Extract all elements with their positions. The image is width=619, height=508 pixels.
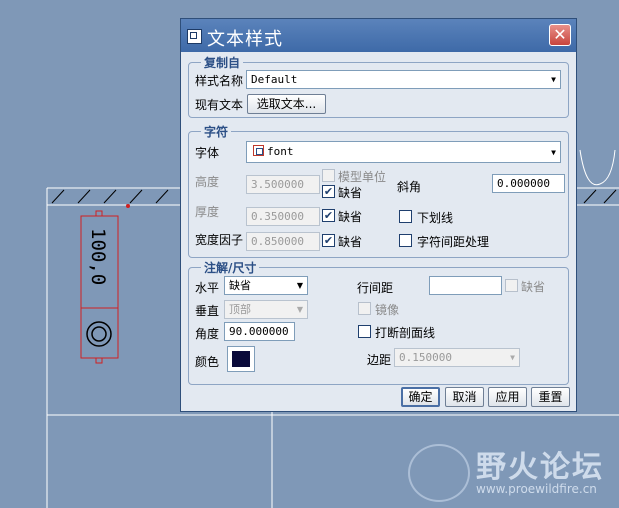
color-label: 颜色	[195, 355, 220, 369]
line-spacing-label: 行间距	[357, 281, 394, 295]
line-spacing-input[interactable]	[429, 276, 502, 295]
dialog-titlebar[interactable]: 文本样式 ✕	[181, 19, 576, 52]
chevron-down-icon: ▼	[296, 281, 303, 290]
apply-button[interactable]: 应用	[488, 387, 527, 407]
style-name-label: 样式名称	[195, 74, 244, 88]
chevron-down-icon: ▼	[296, 305, 303, 314]
dialog-window-icon	[187, 29, 202, 44]
color-picker-button[interactable]	[227, 346, 255, 372]
note-dimension-legend: 注解/尺寸	[201, 259, 260, 276]
watermark: 野火论坛 www.proewildfire.cn	[404, 440, 614, 502]
horizontal-label: 水平	[195, 281, 220, 295]
vertical-combo[interactable]: 顶部 ▼	[224, 300, 308, 319]
font-label: 字体	[195, 146, 220, 160]
underline-label: 下划线	[417, 211, 454, 225]
margin-label: 边距	[367, 353, 392, 367]
select-text-button[interactable]: 选取文本...	[247, 94, 326, 114]
height-default-label: 缺省	[338, 186, 363, 200]
watermark-logo-icon	[408, 444, 470, 502]
reset-button[interactable]: 重置	[531, 387, 570, 407]
vertical-label: 垂直	[195, 304, 220, 318]
model-units-checkbox	[322, 169, 335, 182]
thickness-default-label: 缺省	[338, 210, 363, 224]
margin-value: 0.150000	[399, 351, 452, 364]
break-hatch-label: 打断剖面线	[375, 326, 436, 340]
break-hatch-checkbox[interactable]	[358, 325, 371, 338]
angle-label: 角度	[195, 327, 220, 341]
ok-button[interactable]: 确定	[401, 387, 440, 407]
font-combo[interactable]: font ▼	[246, 141, 561, 163]
dimension-callout[interactable]: 100,0	[80, 204, 130, 364]
thickness-input[interactable]: 0.350000	[246, 207, 320, 226]
height-input[interactable]: 3.500000	[246, 175, 320, 194]
close-button[interactable]: ✕	[549, 24, 571, 46]
style-name-value: Default	[251, 73, 298, 86]
line-spacing-default-checkbox	[505, 279, 518, 292]
watermark-url: www.proewildfire.cn	[476, 482, 597, 496]
kerning-checkbox[interactable]	[399, 234, 412, 247]
kerning-label: 字符间距处理	[417, 235, 490, 249]
vertical-value: 顶部	[229, 303, 251, 316]
underline-checkbox[interactable]	[399, 210, 412, 223]
chevron-down-icon: ▼	[551, 148, 556, 157]
horizontal-value: 缺省	[229, 279, 251, 292]
cancel-button[interactable]: 取消	[445, 387, 484, 407]
slant-input[interactable]: 0.000000	[492, 174, 565, 193]
style-name-combo[interactable]: Default ▼	[246, 70, 561, 89]
slant-label: 斜角	[397, 180, 422, 194]
font-value: font	[267, 145, 294, 158]
height-default-checkbox[interactable]: ✔	[322, 185, 335, 198]
dimension-text: 100,0	[87, 228, 109, 285]
model-units-label: 模型单位	[338, 170, 387, 184]
color-swatch	[232, 351, 250, 367]
chevron-down-icon: ▼	[510, 353, 515, 362]
watermark-title: 野火论坛	[476, 450, 604, 485]
width-default-label: 缺省	[338, 235, 363, 249]
copy-from-legend: 复制自	[201, 54, 244, 71]
margin-combo[interactable]: 0.150000 ▼	[394, 348, 520, 367]
dialog-title: 文本样式	[207, 29, 283, 50]
height-label: 高度	[195, 175, 220, 189]
font-type-icon	[253, 145, 264, 156]
chevron-down-icon: ▼	[551, 75, 556, 84]
character-legend: 字符	[201, 123, 232, 140]
existing-text-label: 现有文本	[195, 98, 244, 112]
line-spacing-default-label: 缺省	[521, 280, 546, 294]
horizontal-combo[interactable]: 缺省 ▼	[224, 276, 308, 295]
mirror-checkbox	[358, 302, 371, 315]
angle-input[interactable]: 90.000000	[224, 322, 295, 341]
thickness-default-checkbox[interactable]: ✔	[322, 209, 335, 222]
width-factor-input[interactable]: 0.850000	[246, 232, 320, 251]
width-default-checkbox[interactable]: ✔	[322, 234, 335, 247]
mirror-label: 镜像	[375, 303, 400, 317]
width-factor-label: 宽度因子	[195, 233, 244, 247]
thickness-label: 厚度	[195, 205, 220, 219]
text-style-dialog: 文本样式 ✕ 复制自 样式名称 Default ▼ 现有文本 选取文本... 字…	[180, 18, 577, 412]
